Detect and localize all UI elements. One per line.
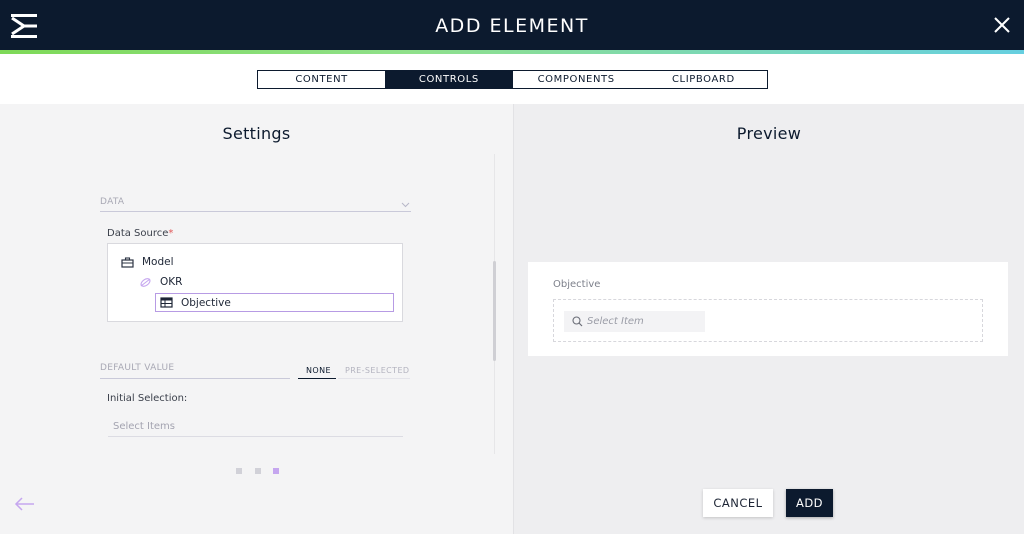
- data-section-divider: [100, 211, 411, 212]
- tree-item-label: Objective: [181, 296, 231, 309]
- cancel-button[interactable]: CANCEL: [703, 489, 773, 517]
- preview-field-label: Objective: [553, 279, 601, 290]
- data-source-tree: Model OKR Objective: [107, 243, 403, 322]
- data-section-label: DATA: [100, 197, 125, 207]
- tab-group: CONTENT CONTROLS COMPONENTS CLIPBOARD: [257, 70, 768, 89]
- search-icon: [572, 316, 583, 327]
- default-none-option[interactable]: NONE: [306, 366, 331, 375]
- tree-item-objective[interactable]: Objective: [155, 293, 394, 312]
- initial-selection-underline: [108, 436, 403, 437]
- tree-item-label: Model: [142, 256, 174, 268]
- tree-item-label: OKR: [160, 276, 183, 288]
- tab-bar: CONTENT CONTROLS COMPONENTS CLIPBOARD: [0, 54, 1024, 104]
- default-preselected-option[interactable]: PRE-SELECTED: [345, 366, 409, 375]
- page-dot-3[interactable]: [273, 468, 279, 474]
- page-dot-1[interactable]: [236, 468, 242, 474]
- preview-field-box: Select Item: [553, 299, 983, 342]
- preselected-divider: [338, 378, 410, 379]
- tab-components[interactable]: COMPONENTS: [513, 71, 640, 88]
- briefcase-icon: [121, 256, 134, 268]
- page-dot-2[interactable]: [255, 468, 261, 474]
- tab-clipboard[interactable]: CLIPBOARD: [640, 71, 767, 88]
- chevron-down-icon[interactable]: [401, 200, 410, 209]
- tree-item-model[interactable]: Model: [121, 256, 174, 268]
- initial-selection-label: Initial Selection:: [107, 393, 188, 404]
- preview-card: Objective Select Item: [528, 262, 1008, 356]
- preview-panel: Preview Objective Select Item: [514, 104, 1024, 534]
- tab-content[interactable]: CONTENT: [258, 71, 385, 88]
- preview-search-placeholder: Select Item: [587, 316, 644, 327]
- arrow-left-icon[interactable]: [14, 497, 36, 511]
- settings-scrollbar[interactable]: [493, 261, 496, 361]
- close-icon[interactable]: [992, 15, 1012, 35]
- settings-title: Settings: [222, 124, 291, 143]
- add-element-modal: ADD ELEMENT CONTENT CONTROLS COMPONENTS …: [0, 0, 1024, 534]
- modal-title: ADD ELEMENT: [435, 15, 589, 37]
- default-none-underline: [298, 378, 336, 379]
- tree-item-okr[interactable]: OKR: [139, 276, 182, 288]
- link-icon: [140, 277, 151, 287]
- default-value-divider: [100, 378, 290, 379]
- settings-panel: Settings DATA Data Source* Model OKR Obj…: [0, 104, 513, 534]
- preview-title: Preview: [736, 124, 802, 143]
- default-value-label: DEFAULT VALUE: [100, 363, 175, 373]
- add-button[interactable]: ADD: [786, 489, 833, 517]
- preview-search-input[interactable]: Select Item: [564, 311, 705, 332]
- initial-selection-input[interactable]: Select Items: [113, 421, 175, 432]
- table-icon: [160, 297, 173, 308]
- tab-controls[interactable]: CONTROLS: [385, 71, 513, 88]
- data-source-label: Data Source*: [107, 228, 174, 239]
- modal-header: ADD ELEMENT: [0, 0, 1024, 50]
